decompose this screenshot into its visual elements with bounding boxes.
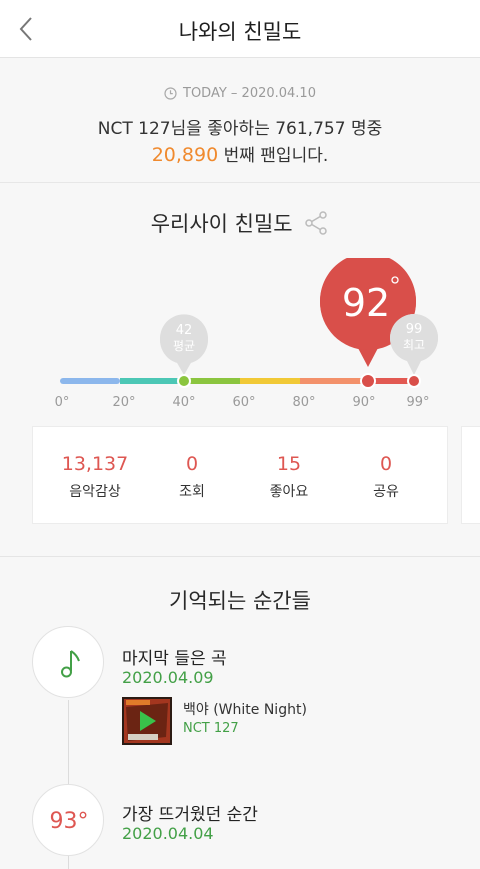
stat-label: 좋아요 — [269, 484, 309, 500]
max-bubble: 99 최고 — [389, 314, 438, 375]
average-marker — [177, 374, 191, 388]
today-section: TODAY – 2020.04.10 NCT 127님을 좋아하는 761,75… — [0, 59, 480, 183]
stat-value: 15 — [276, 453, 302, 475]
stats-card[interactable]: 13,137 음악감상 0 조회 15 좋아요 0 공유 — [32, 426, 448, 524]
last-played-title: 마지막 들은 곡 — [122, 649, 227, 669]
hottest-title: 가장 뜨거웠던 순간 — [122, 805, 258, 825]
scale-label: 40° — [172, 395, 196, 410]
fan-rank-number: 20,890 — [151, 144, 219, 166]
stat-listen: 13,137 음악감상 — [43, 453, 147, 501]
average-label: 평균 — [173, 339, 195, 353]
stat-value: 0 — [379, 453, 393, 475]
average-value: 42 — [176, 323, 193, 338]
stat-value: 13,137 — [61, 453, 129, 475]
header-bar: 나와의 친밀도 — [0, 0, 480, 58]
fan-rank-row: 20,890 번째 팬입니다. — [0, 141, 480, 166]
max-marker — [407, 374, 421, 388]
scale-label: 60° — [232, 395, 256, 410]
scale-label: 0° — [54, 395, 70, 410]
scale-label: 90° — [352, 395, 376, 410]
next-card-peek[interactable] — [461, 426, 480, 524]
share-icon[interactable] — [303, 210, 329, 241]
page-title: 나와의 친밀도 — [178, 20, 302, 44]
today-row: TODAY – 2020.04.10 — [0, 86, 480, 101]
clock-icon — [164, 87, 177, 100]
stat-label: 조회 — [179, 484, 205, 500]
max-label: 최고 — [403, 338, 425, 352]
section-divider — [0, 556, 480, 557]
scale-label: 80° — [292, 395, 316, 410]
intimacy-gauge: 92 42 평균 99 최고 — [60, 258, 438, 389]
intimacy-title-row: 우리사이 친밀도 — [0, 208, 480, 241]
today-date-label: TODAY – 2020.04.10 — [183, 86, 316, 101]
stat-shares: 0 공유 — [334, 453, 438, 501]
max-value: 99 — [406, 322, 423, 337]
scale-label: 99° — [406, 395, 430, 410]
hottest-degree: 93° — [49, 808, 89, 834]
timeline-line — [68, 700, 69, 790]
last-played-date: 2020.04.09 — [122, 668, 214, 687]
stat-likes: 15 좋아요 — [237, 453, 341, 501]
score-marker — [360, 373, 376, 389]
scale-label: 20° — [112, 395, 136, 410]
hottest-circle: 93° — [32, 784, 104, 856]
stat-label: 공유 — [373, 484, 399, 500]
album-art[interactable] — [122, 697, 172, 745]
stat-views: 0 조회 — [140, 453, 244, 501]
stat-value: 0 — [185, 453, 199, 475]
intimacy-title: 우리사이 친밀도 — [150, 212, 293, 236]
music-note-icon — [61, 650, 80, 678]
fan-count-text: NCT 127님을 좋아하는 761,757 명중 — [97, 119, 383, 139]
song-artist[interactable]: NCT 127 — [183, 721, 239, 736]
average-bubble: 42 평균 — [160, 314, 209, 375]
memories-title: 기억되는 순간들 — [169, 589, 311, 613]
song-title: 백야 (White Night) — [183, 702, 307, 718]
stat-label: 음악감상 — [69, 484, 121, 500]
score-value: 92 — [342, 281, 390, 325]
hottest-date: 2020.04.04 — [122, 824, 214, 843]
fan-rank-suffix: 번째 팬입니다. — [218, 146, 329, 166]
last-played-circle — [32, 626, 104, 698]
